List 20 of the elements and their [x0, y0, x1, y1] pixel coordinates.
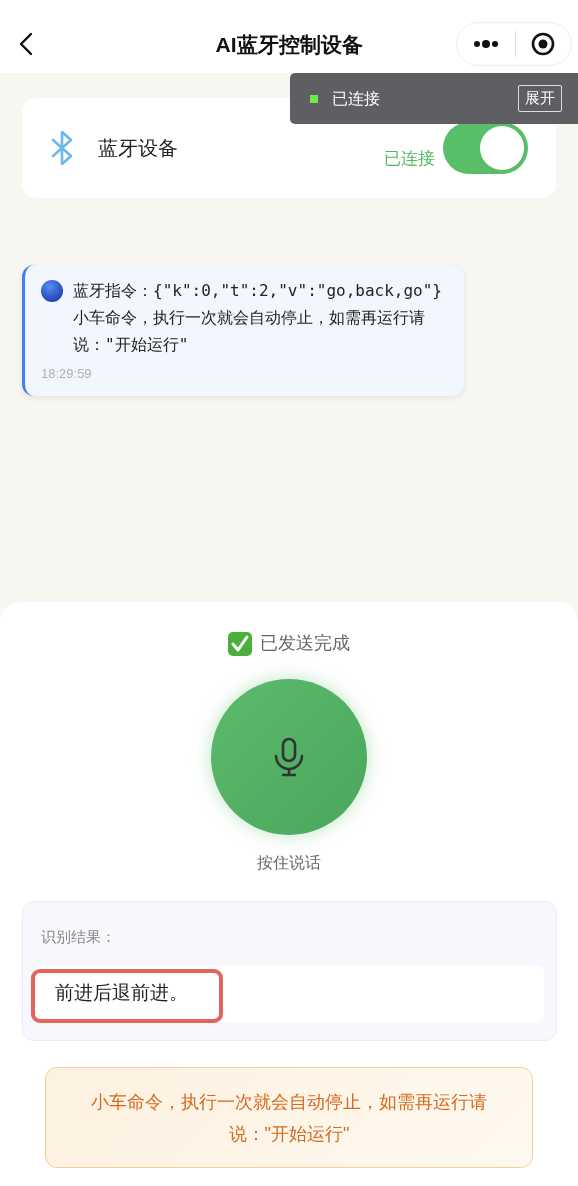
more-icon[interactable]: [473, 40, 499, 48]
connection-status: 已连接: [384, 148, 435, 171]
toast-status: 已连接: [332, 88, 380, 109]
hold-to-talk-label: 按住说话: [257, 853, 321, 873]
ball-icon: [41, 280, 63, 302]
close-target-icon[interactable]: [531, 32, 555, 56]
result-label: 识别结果：: [40, 927, 117, 947]
send-status: 已发送完成: [260, 632, 350, 655]
tip-text: 小车命令，执行一次就会自动停止，如需再运行请说："开始运行": [90, 1090, 488, 1146]
check-icon: [228, 631, 252, 656]
device-name: 蓝牙设备: [98, 136, 178, 161]
expand-button[interactable]: 展开: [518, 85, 562, 112]
microphone-button[interactable]: [211, 679, 367, 835]
result-text: 前进后退前进。: [54, 981, 188, 1006]
page-title: AI蓝牙控制设备: [215, 31, 363, 58]
microphone-icon: [273, 737, 305, 777]
message-text: 蓝牙指令：{"k":0,"t":2,"v":"go,back,go"} 小车命令，执行一次就会自动停止，如需再运行请说："开始运行": [73, 280, 443, 356]
message-time: 18:29:59: [41, 365, 93, 383]
back-icon[interactable]: [18, 32, 34, 56]
connection-toggle[interactable]: [443, 122, 528, 174]
